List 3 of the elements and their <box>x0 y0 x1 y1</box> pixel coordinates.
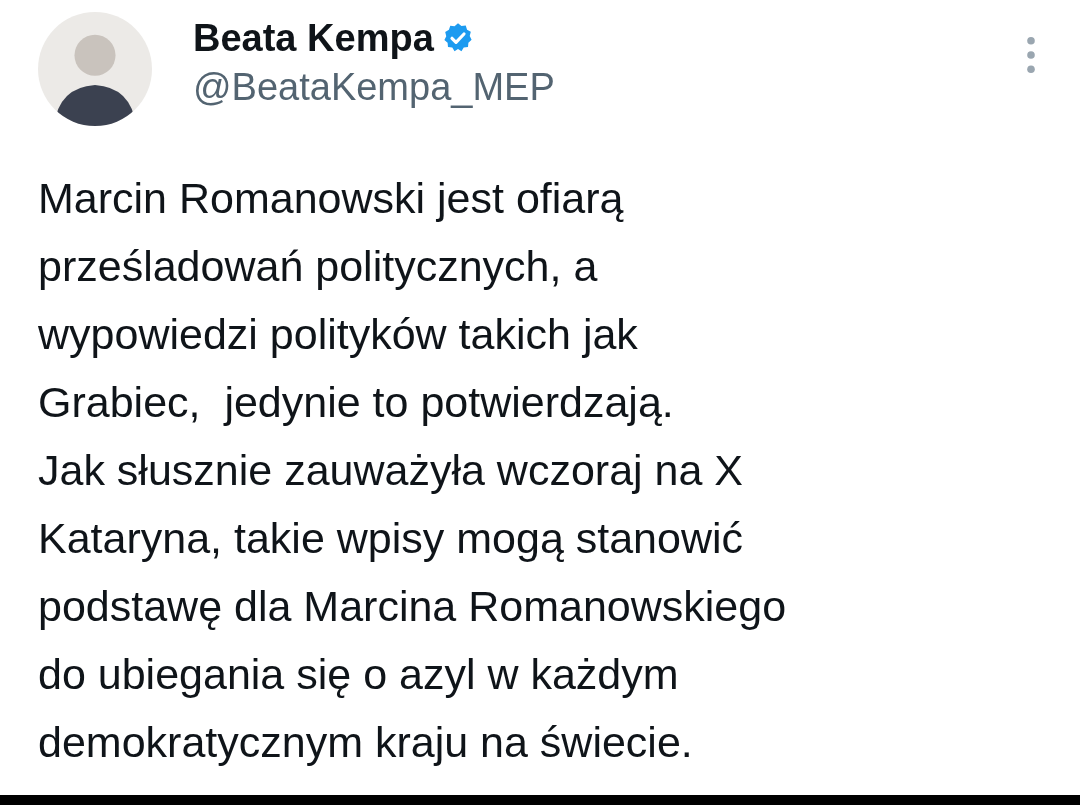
tweet-text: Marcin Romanowski jest ofiarą prześladowań politycznych, a wypowiedzi polityków takich jak Grabiec, jedynie to potwierdzają. Jak słusznie zauważyła wczoraj na X Kataryna, takie wpisy mogą stanowić podstawę dla Marcina Romanowskiego do ubiegania się o azyl w każdym demokratycznym kraju na świecie. <box>38 173 788 768</box>
author-handle[interactable]: @BeataKempa_MEP <box>193 62 555 112</box>
author-name[interactable]: Beata Kempa <box>193 14 434 62</box>
